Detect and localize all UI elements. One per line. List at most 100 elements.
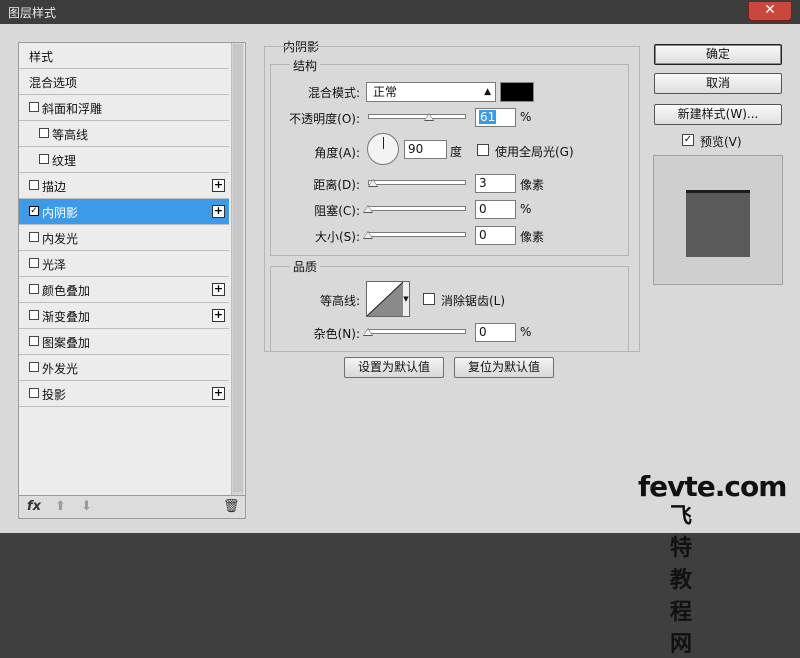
noise-slider[interactable] — [368, 329, 466, 334]
style-list-item[interactable]: 样式 — [19, 43, 229, 69]
blend-mode-value: 正常 — [373, 85, 398, 99]
style-list-item-label: 等高线 — [52, 128, 89, 142]
style-list-item[interactable]: 等高线 — [19, 121, 229, 147]
style-list-toolbar: fx ⬆ ⬇ 🗑 — [19, 495, 245, 518]
add-effect-icon[interactable]: + — [212, 179, 225, 192]
style-checkbox[interactable] — [29, 258, 39, 268]
preview-label: 预览(V) — [700, 135, 742, 149]
preview-checkbox[interactable]: ✓ — [682, 134, 694, 146]
add-effect-icon[interactable]: + — [212, 387, 225, 400]
style-checkbox[interactable]: ✓ — [29, 206, 39, 216]
style-checkbox[interactable] — [29, 336, 39, 346]
style-checkbox[interactable] — [29, 102, 39, 112]
choke-slider-handle[interactable] — [363, 205, 373, 213]
make-default-button[interactable]: 设置为默认值 — [344, 357, 444, 378]
opacity-slider-handle[interactable] — [424, 113, 434, 121]
blend-mode-select[interactable]: 正常 ▲ — [366, 82, 496, 102]
style-list-item-label: 渐变叠加 — [42, 310, 91, 324]
opacity-slider[interactable] — [368, 114, 466, 119]
style-list-item[interactable]: 描边 + — [19, 173, 229, 199]
size-slider[interactable] — [368, 232, 466, 237]
watermark-domain: fevte.com — [638, 470, 787, 503]
title-bar[interactable]: 图层样式 ✕ — [0, 0, 800, 24]
style-list-item-label: 外发光 — [42, 362, 79, 376]
ok-button[interactable]: 确定 — [654, 44, 782, 65]
add-effect-icon[interactable]: + — [212, 205, 225, 218]
noise-unit: % — [520, 325, 532, 339]
move-down-icon[interactable]: ⬇ — [81, 499, 92, 514]
close-button[interactable]: ✕ — [748, 1, 792, 21]
style-list-item[interactable]: 纹理 — [19, 147, 229, 173]
add-effect-icon[interactable]: + — [212, 309, 225, 322]
style-list-item-label: 颜色叠加 — [42, 284, 91, 298]
opacity-input[interactable]: 61 — [475, 108, 516, 127]
choke-label: 阻塞(C): — [314, 204, 360, 218]
style-checkbox[interactable] — [29, 362, 39, 372]
shadow-color-swatch[interactable] — [500, 82, 534, 102]
trash-icon[interactable]: 🗑 — [223, 499, 240, 514]
distance-unit: 像素 — [520, 178, 545, 192]
move-up-icon[interactable]: ⬆ — [55, 499, 66, 514]
angle-label: 角度(A): — [314, 146, 360, 160]
size-slider-handle[interactable] — [363, 231, 373, 239]
opacity-label: 不透明度(O): — [289, 112, 360, 126]
noise-slider-handle[interactable] — [363, 328, 373, 336]
contour-curve-icon — [367, 282, 403, 316]
reset-default-button[interactable]: 复位为默认值 — [454, 357, 554, 378]
style-list-item[interactable]: 颜色叠加 + — [19, 277, 229, 303]
style-list-item[interactable]: 内发光 — [19, 225, 229, 251]
layer-style-dialog: 图层样式 ✕ 样式 混合选项 斜面和浮雕 等高线 纹理 描边 + ✓ 内阴影 + 内发光 光泽 颜色叠加… — [0, 0, 800, 657]
angle-input[interactable]: 90 — [404, 140, 447, 159]
anti-alias-checkbox[interactable] — [423, 293, 435, 305]
choke-input[interactable]: 0 — [475, 200, 516, 219]
blend-mode-label: 混合模式: — [307, 86, 360, 100]
style-list-item[interactable]: 混合选项 — [19, 69, 229, 95]
scrollbar-thumb[interactable] — [233, 44, 243, 492]
style-checkbox[interactable] — [29, 284, 39, 294]
size-input[interactable]: 0 — [475, 226, 516, 245]
style-list-item[interactable]: 斜面和浮雕 — [19, 95, 229, 121]
style-checkbox[interactable] — [29, 388, 39, 398]
style-checkbox[interactable] — [29, 232, 39, 242]
new-style-button[interactable]: 新建样式(W)... — [654, 104, 782, 125]
style-list-item[interactable]: 外发光 — [19, 355, 229, 381]
style-checkbox[interactable] — [29, 310, 39, 320]
quality-title: 品质 — [290, 258, 321, 275]
style-checkbox[interactable] — [29, 180, 39, 190]
style-list-item[interactable]: ✓ 内阴影 + — [19, 199, 229, 225]
angle-dial[interactable] — [367, 133, 399, 165]
style-list-item-label: 纹理 — [52, 154, 77, 168]
distance-slider-handle[interactable] — [368, 179, 378, 187]
cancel-button[interactable]: 取消 — [654, 73, 782, 94]
style-list-item-label: 图案叠加 — [42, 336, 91, 350]
style-checkbox[interactable] — [39, 154, 49, 164]
style-list-item[interactable]: 渐变叠加 + — [19, 303, 229, 329]
global-light-checkbox[interactable] — [477, 144, 489, 156]
opacity-unit: % — [520, 110, 532, 124]
distance-input[interactable]: 3 — [475, 174, 516, 193]
style-list: 样式混合选项 斜面和浮雕等高线纹理描边 + ✓ 内阴影 + 内发光光泽颜色叠加 + 渐变叠加 + 图… — [19, 43, 229, 407]
fx-icon[interactable]: fx — [27, 499, 41, 514]
distance-label: 距离(D): — [313, 178, 360, 192]
window-title: 图层样式 — [8, 6, 57, 20]
add-effect-icon[interactable]: + — [212, 283, 225, 296]
preview-thumbnail — [653, 155, 783, 285]
style-list-item-label: 光泽 — [42, 258, 67, 272]
style-list-scrollbar[interactable] — [231, 43, 244, 495]
contour-dropdown-icon[interactable]: ▼ — [403, 281, 410, 317]
watermark-site-name: 飞特教程网 — [670, 504, 694, 657]
select-arrows-icon: ▲ — [484, 87, 491, 97]
style-checkbox[interactable] — [39, 128, 49, 138]
style-list-item[interactable]: 图案叠加 — [19, 329, 229, 355]
style-list-item-label: 内阴影 — [42, 206, 79, 220]
style-list-item[interactable]: 投影 + — [19, 381, 229, 407]
size-label: 大小(S): — [314, 230, 360, 244]
style-list-item-label: 样式 — [29, 50, 54, 64]
style-list-item-label: 投影 — [42, 388, 67, 402]
style-list-item[interactable]: 光泽 — [19, 251, 229, 277]
choke-slider[interactable] — [368, 206, 466, 211]
contour-preview[interactable] — [366, 281, 404, 317]
distance-slider[interactable] — [368, 180, 466, 185]
opacity-value: 61 — [479, 110, 497, 124]
noise-input[interactable]: 0 — [475, 323, 516, 342]
